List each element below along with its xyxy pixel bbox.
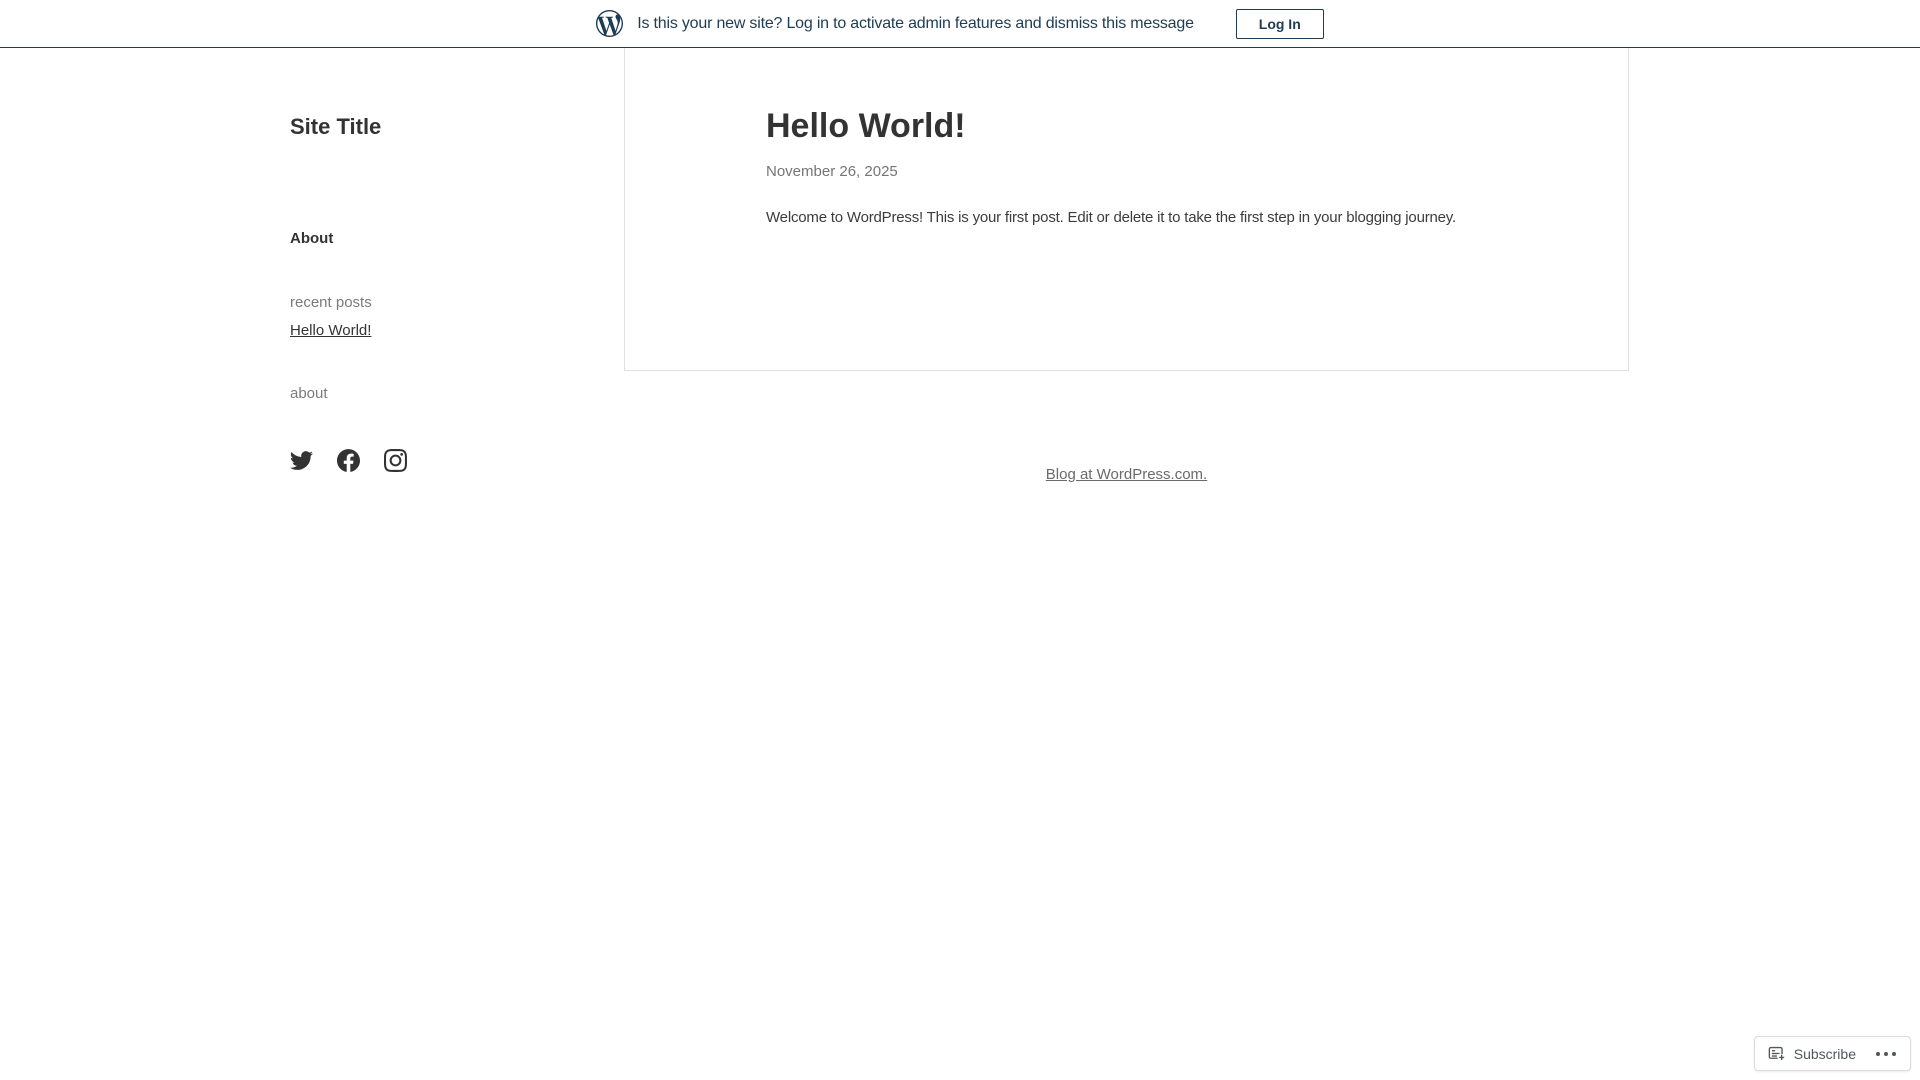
post-date: November 26, 2025: [766, 163, 1488, 180]
admin-banner: Is this your new site? Log in to activat…: [0, 0, 1920, 48]
wordpress-credit-link[interactable]: Blog at WordPress.com.: [1046, 466, 1207, 483]
facebook-icon[interactable]: [337, 449, 360, 472]
log-in-button[interactable]: Log In: [1236, 9, 1324, 39]
more-options-button[interactable]: [1874, 1048, 1898, 1060]
subscribe-button[interactable]: Subscribe: [1767, 1044, 1856, 1063]
nav-item-about[interactable]: About: [290, 230, 333, 247]
wordpress-logo-icon[interactable]: [596, 10, 623, 37]
recent-post-link-hello-world[interactable]: Hello World!: [290, 322, 371, 339]
admin-banner-message: Is this your new site? Log in to activat…: [637, 15, 1194, 33]
recent-posts-heading: recent posts: [290, 294, 372, 311]
instagram-icon[interactable]: [384, 449, 407, 472]
post-card: Hello World! November 26, 2025 Welcome t…: [624, 48, 1629, 371]
subscribe-actionbar: Subscribe: [1754, 1036, 1911, 1071]
secondary-nav-item-about[interactable]: about: [290, 385, 328, 402]
twitter-icon[interactable]: [290, 449, 313, 472]
subscribe-label: Subscribe: [1794, 1046, 1856, 1062]
site-title-link[interactable]: Site Title: [290, 114, 381, 140]
reader-subscribe-icon: [1767, 1044, 1786, 1063]
site-footer: Blog at WordPress.com.: [624, 466, 1629, 484]
post-title[interactable]: Hello World!: [766, 104, 1488, 148]
social-links: [290, 449, 407, 472]
post-body: Welcome to WordPress! This is your first…: [766, 205, 1488, 231]
ellipsis-icon: [1876, 1052, 1880, 1056]
